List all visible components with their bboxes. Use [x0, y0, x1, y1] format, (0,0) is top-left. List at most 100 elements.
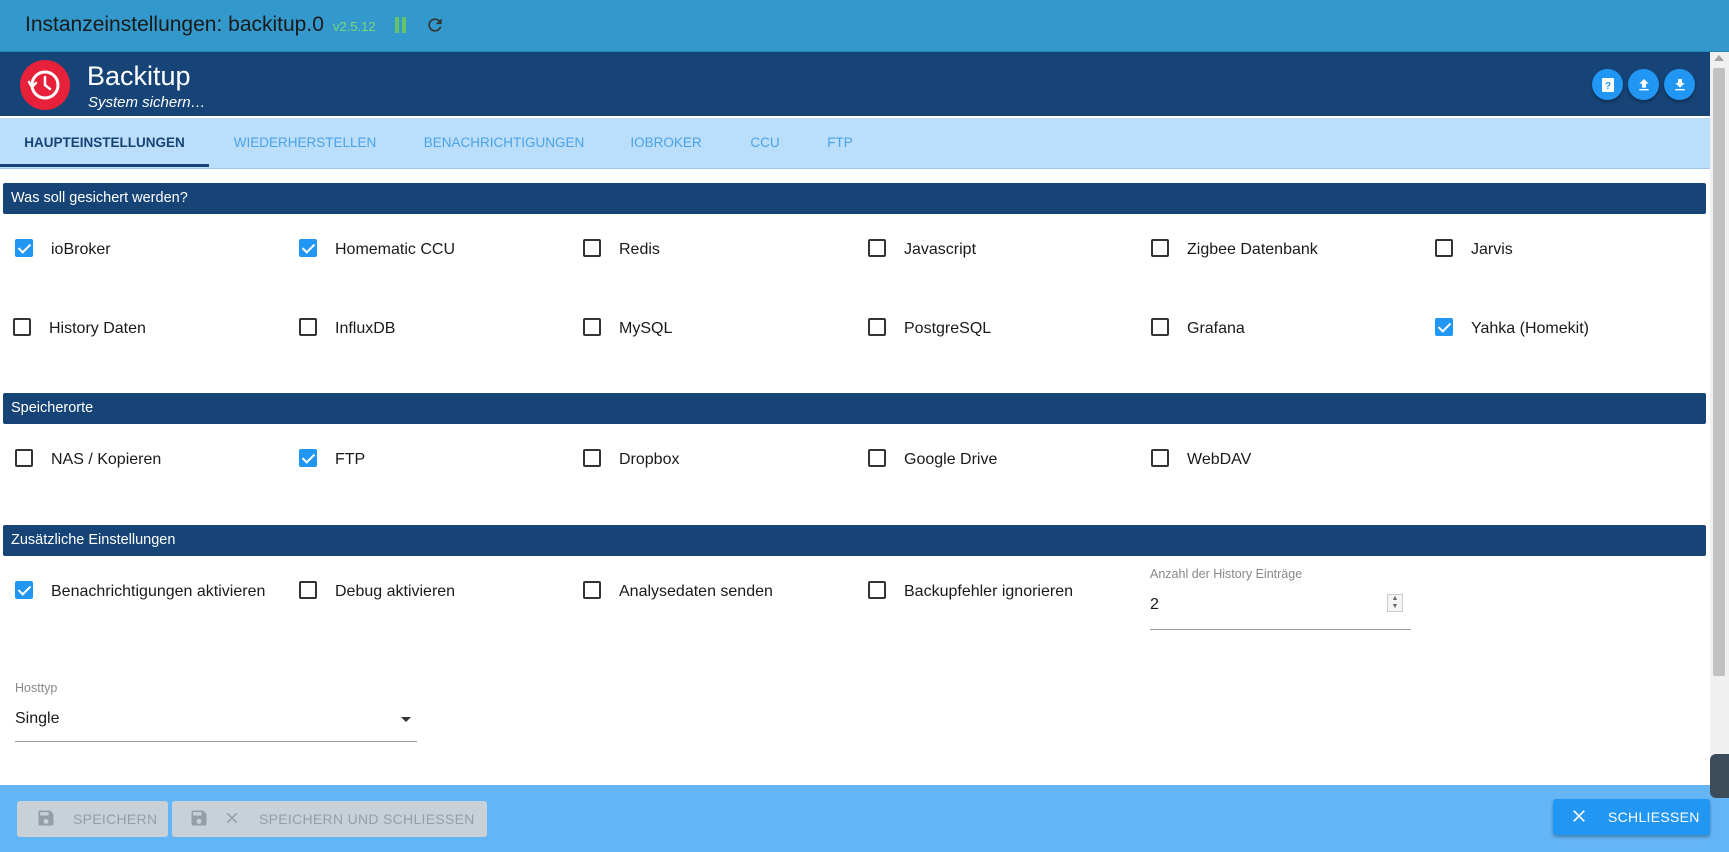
checkbox-unchecked-icon	[583, 239, 601, 257]
checkbox-jarvis[interactable]: Jarvis	[1435, 239, 1675, 263]
checkbox-unchecked-icon	[1435, 239, 1453, 257]
help-icon: ?	[1601, 77, 1614, 92]
history-count-input[interactable]: 2	[1150, 596, 1159, 614]
checkbox-label: Javascript	[904, 241, 977, 258]
checkbox-label: PostgreSQL	[904, 320, 992, 337]
checkbox-unchecked-icon	[1151, 318, 1169, 336]
section-header-extra: Zusätzliche Einstellungen	[3, 525, 1706, 556]
save-button-label: SPEICHERN	[73, 811, 158, 827]
checkbox-unchecked-icon	[583, 581, 601, 599]
tab-iobroker[interactable]: IOBROKER	[607, 118, 725, 168]
adapter-subtitle: System sichern…	[88, 94, 206, 111]
adapter-name: Backitup	[87, 61, 191, 91]
history-count-field[interactable]: Anzahl der History Einträge 2 ▲ ▼	[1150, 564, 1411, 630]
checkbox-unchecked-icon	[868, 581, 886, 599]
checkbox-label: Yahka (Homekit)	[1471, 320, 1589, 337]
checkbox-label: Homematic CCU	[335, 241, 456, 258]
tab-ccu[interactable]: CCU	[725, 118, 805, 168]
checkbox-label: Grafana	[1187, 320, 1245, 337]
checkbox-history-daten[interactable]: History Daten	[13, 318, 253, 342]
checkbox-unchecked-icon	[583, 318, 601, 336]
tab-bar: HAUPTEINSTELLUNGEN WIEDERHERSTELLEN BENA…	[0, 118, 1710, 169]
checkbox-mysql[interactable]: MySQL	[583, 318, 823, 342]
checkbox-label: Debug aktivieren	[335, 583, 456, 600]
checkbox-checked-icon	[15, 239, 33, 257]
checkbox-ftp[interactable]: FTP	[299, 449, 539, 473]
pause-icon[interactable]	[394, 17, 408, 33]
footer-bar: SPEICHERN SPEICHERN UND SCHLIESSEN SCHLI…	[0, 785, 1729, 852]
checkbox-label: MySQL	[619, 320, 673, 337]
checkbox-redis[interactable]: Redis	[583, 239, 823, 263]
checkbox-google-drive[interactable]: Google Drive	[868, 449, 1108, 473]
backitup-logo	[20, 60, 70, 110]
checkbox-nas-kopieren[interactable]: NAS / Kopieren	[15, 449, 255, 473]
floppy-disk-icon	[36, 808, 56, 831]
close-button[interactable]: SCHLIESSEN	[1553, 799, 1710, 835]
checkbox-webdav[interactable]: WebDAV	[1151, 449, 1391, 473]
upload-icon	[1638, 78, 1649, 90]
checkbox-label: Analysedaten senden	[619, 583, 773, 600]
checkbox-debug-aktivieren[interactable]: Debug aktivieren	[299, 581, 539, 605]
checkbox-unchecked-icon	[1151, 239, 1169, 257]
checkbox-unchecked-icon	[299, 318, 317, 336]
save-button[interactable]: SPEICHERN	[17, 801, 168, 837]
checkbox-checked-icon	[299, 449, 317, 467]
checkbox-yahka-homekit[interactable]: Yahka (Homekit)	[1435, 318, 1675, 342]
checkbox-label: Zigbee Datenbank	[1187, 241, 1318, 258]
checkbox-label: FTP	[335, 451, 366, 468]
checkbox-unchecked-icon	[299, 581, 317, 599]
tab-haupteinstellungen[interactable]: HAUPTEINSTELLUNGEN	[0, 118, 209, 168]
window-titlebar: Instanzeinstellungen: backitup.0 v2.5.12	[0, 0, 1729, 52]
checkbox-unchecked-icon	[583, 449, 601, 467]
checkbox-label: History Daten	[49, 320, 146, 337]
checkbox-label: InfluxDB	[335, 320, 396, 337]
upload-button[interactable]	[1628, 69, 1659, 100]
close-icon	[223, 809, 241, 830]
window-title: Instanzeinstellungen: backitup.0	[25, 13, 324, 36]
checkbox-javascript[interactable]: Javascript	[868, 239, 1108, 263]
checkbox-checked-icon	[1435, 318, 1453, 336]
checkbox-postgresql[interactable]: PostgreSQL	[868, 318, 1108, 342]
tab-benachrichtigungen[interactable]: BENACHRICHTIGUNGEN	[401, 118, 607, 168]
checkbox-grafana[interactable]: Grafana	[1151, 318, 1391, 342]
scroll-up-arrow-icon[interactable]	[1714, 55, 1724, 61]
field-underline	[15, 741, 417, 742]
side-helper-tab[interactable]	[1710, 754, 1729, 798]
checkbox-label: Redis	[619, 241, 660, 258]
tab-wiederherstellen[interactable]: WIEDERHERSTELLEN	[209, 118, 401, 168]
history-count-label: Anzahl der History Einträge	[1150, 567, 1303, 581]
tab-ftp[interactable]: FTP	[805, 118, 875, 168]
checkbox-backupfehler-ignorieren[interactable]: Backupfehler ignorieren	[868, 581, 1128, 605]
floppy-disk-icon	[189, 808, 209, 831]
checkbox-benachrichtigungen-aktivieren[interactable]: Benachrichtigungen aktivieren	[15, 581, 285, 605]
close-button-label: SCHLIESSEN	[1608, 809, 1700, 825]
checkbox-unchecked-icon	[868, 239, 886, 257]
checkbox-analysedaten-senden[interactable]: Analysedaten senden	[583, 581, 823, 605]
reload-icon[interactable]	[425, 15, 445, 35]
download-icon	[1674, 78, 1685, 90]
checkbox-label: ioBroker	[51, 241, 111, 258]
save-and-close-label: SPEICHERN UND SCHLIESSEN	[259, 811, 475, 827]
number-spinner-icon[interactable]: ▲ ▼	[1387, 594, 1403, 612]
save-and-close-button[interactable]: SPEICHERN UND SCHLIESSEN	[172, 801, 487, 837]
scrollbar-thumb[interactable]	[1713, 68, 1725, 676]
checkbox-label: Dropbox	[619, 451, 680, 468]
checkbox-homematic-ccu[interactable]: Homematic CCU	[299, 239, 539, 263]
section-header-storage: Speicherorte	[3, 393, 1706, 424]
checkbox-dropbox[interactable]: Dropbox	[583, 449, 823, 473]
checkbox-label: Benachrichtigungen aktivieren	[51, 583, 266, 600]
hosttype-select[interactable]: Hosttyp Single	[15, 678, 417, 742]
checkbox-label: Backupfehler ignorieren	[904, 583, 1073, 600]
checkbox-checked-icon	[299, 239, 317, 257]
checkbox-iobroker[interactable]: ioBroker	[15, 239, 255, 263]
checkbox-unchecked-icon	[15, 449, 33, 467]
checkbox-influxdb[interactable]: InfluxDB	[299, 318, 539, 342]
checkbox-label: Google Drive	[904, 451, 998, 468]
help-button[interactable]: ?	[1592, 69, 1623, 100]
close-icon	[1569, 806, 1589, 829]
section-header-backup: Was soll gesichert werden?	[3, 183, 1706, 214]
checkbox-zigbee-datenbank[interactable]: Zigbee Datenbank	[1151, 239, 1391, 263]
download-button[interactable]	[1664, 69, 1695, 100]
adapter-header: Backitup System sichern… ?	[0, 52, 1710, 116]
checkbox-label: WebDAV	[1187, 451, 1252, 468]
